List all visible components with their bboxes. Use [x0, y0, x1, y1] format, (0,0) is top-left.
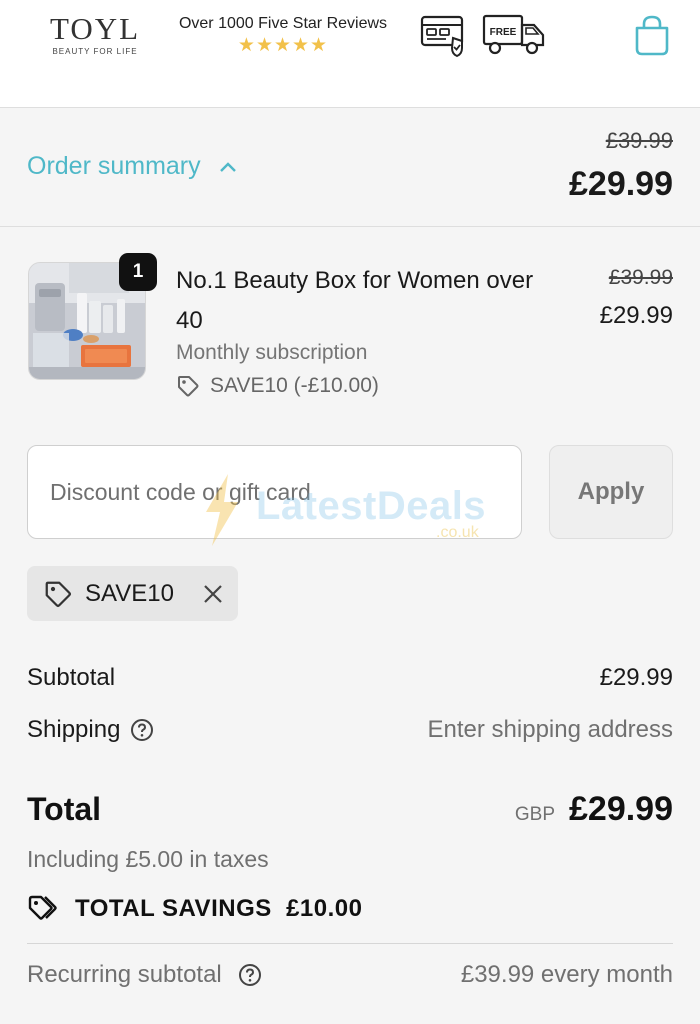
taxes-note: Including £5.00 in taxes: [27, 846, 269, 872]
free-delivery-truck-icon: FREE: [482, 12, 548, 63]
applied-discount-chip: SAVE10: [27, 566, 238, 621]
currency-code: GBP: [514, 804, 555, 825]
secure-card-icon: [420, 14, 466, 63]
quantity-badge: 1: [119, 253, 157, 291]
summary-original-price: £39.99: [605, 128, 673, 153]
total-label: Total: [27, 791, 102, 827]
shipping-label-group: Shipping: [27, 716, 154, 744]
reviews-banner: Over 1000 Five Star Reviews ★★★★★: [168, 15, 398, 57]
product-discount: SAVE10 (-£10.00): [176, 374, 379, 398]
total-savings: TOTAL SAVINGS £10.00: [27, 894, 362, 924]
subtotal-value: £29.99: [599, 664, 673, 691]
help-circle-icon[interactable]: [130, 718, 154, 742]
subtotal-row: Subtotal £29.99: [27, 664, 673, 692]
shipping-row: Shipping Enter shipping address: [27, 716, 673, 744]
summary-price: £29.99: [569, 165, 673, 203]
total-row: Total GBP £29.99: [27, 790, 673, 829]
total-value: £29.99: [569, 790, 673, 828]
star-rating: ★★★★★: [237, 35, 329, 56]
product-original-price: £39.99: [608, 266, 673, 289]
order-summary-label: Order summary: [27, 152, 201, 180]
divider: [27, 943, 673, 944]
tag-icon: [178, 376, 199, 397]
total-amount-group: GBP £29.99: [515, 790, 673, 829]
subtotal-label: Subtotal: [27, 664, 116, 691]
applied-code-label: SAVE10: [85, 579, 174, 607]
product-discount-text: SAVE10 (-£10.00): [210, 374, 379, 397]
recurring-subtotal-row: Recurring subtotal £39.99 every month: [27, 961, 673, 989]
total-savings-text: TOTAL SAVINGS £10.00: [75, 895, 363, 922]
chevron-up-icon: [219, 161, 236, 172]
shipping-label: Shipping: [27, 716, 121, 743]
shopping-bag-icon[interactable]: [632, 14, 672, 63]
logo-wordmark: TOYL: [50, 11, 141, 46]
product-subtitle: Monthly subscription: [176, 341, 368, 364]
logo-tagline: BEAUTY FOR LIFE: [52, 47, 138, 56]
toyl-logo[interactable]: TOYL BEAUTY FOR LIFE: [50, 11, 141, 57]
product-title: No.1 Beauty Box for Women over 40: [176, 267, 534, 334]
line-item: 1 No.1 Beauty Box for Women over 40 Mont…: [0, 228, 700, 428]
apply-button[interactable]: Apply: [549, 445, 673, 539]
recurring-subtotal-label: Recurring subtotal: [27, 961, 222, 988]
site-header: TOYL BEAUTY FOR LIFE Over 1000 Five Star…: [0, 0, 700, 108]
discount-code-input[interactable]: Discount code or gift card: [27, 445, 522, 539]
remove-discount-close-icon[interactable]: [202, 583, 224, 605]
truck-free-label: FREE: [490, 27, 517, 38]
order-summary-bar[interactable]: Order summary £39.99 £29.99: [0, 108, 700, 227]
recurring-label-group: Recurring subtotal: [27, 961, 262, 989]
recurring-subtotal-value: £39.99 every month: [460, 961, 673, 988]
tags-icon: [28, 895, 57, 920]
tag-icon: [45, 581, 71, 607]
reviews-text: Over 1000 Five Star Reviews: [178, 15, 388, 32]
help-circle-icon[interactable]: [238, 963, 262, 987]
shipping-value: Enter shipping address: [427, 716, 673, 743]
order-summary-toggle[interactable]: Order summary: [27, 152, 237, 181]
product-price: £29.99: [599, 302, 673, 329]
